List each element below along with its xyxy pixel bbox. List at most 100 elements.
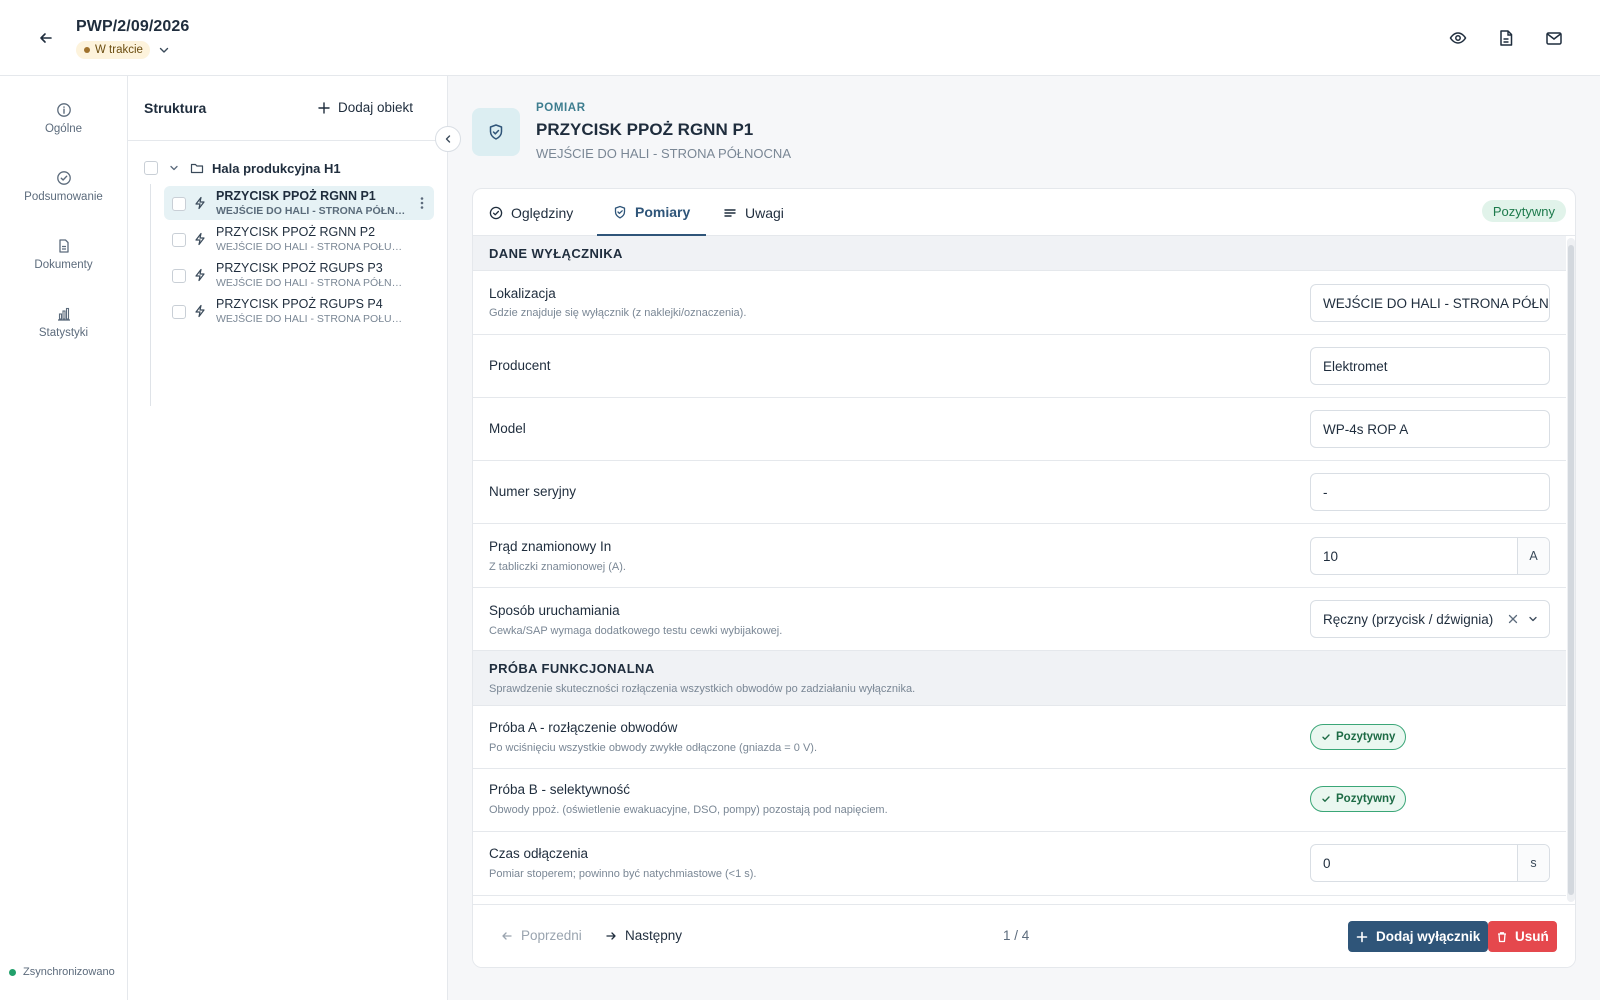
- nav-item-ogolne[interactable]: Ogólne: [0, 102, 127, 158]
- more-vertical-icon[interactable]: [420, 196, 424, 210]
- test-b-result[interactable]: Pozytywny: [1310, 786, 1407, 812]
- lightning-icon: [195, 268, 205, 282]
- tab-label: Pomiary: [635, 203, 691, 220]
- document-title: PWP/2/09/2026: [76, 18, 190, 35]
- result-label: Pozytywny: [1336, 793, 1396, 805]
- status-badge[interactable]: W trakcie: [76, 41, 150, 59]
- check-circle-icon: [56, 171, 71, 185]
- producent-input[interactable]: Elektromet: [1310, 347, 1550, 385]
- tree-item-name: PRZYCISK PPOŻ RGNN P2: [216, 225, 376, 239]
- chevron-down-icon: [1529, 616, 1537, 622]
- group-checkbox[interactable]: [144, 161, 158, 175]
- add-object-label: Dodaj obiekt: [338, 100, 414, 115]
- chevron-left-icon: [445, 135, 451, 143]
- bar-chart-icon: [57, 307, 70, 321]
- test-a-result[interactable]: Pozytywny: [1310, 724, 1407, 750]
- test-row-czas: Czas odłączenia Pomiar stoperem; powinno…: [473, 832, 1566, 896]
- sync-status: Zsynchronizowano: [9, 966, 115, 978]
- arrow-left-icon[interactable]: [36, 28, 56, 48]
- structure-header: Struktura Dodaj obiekt: [128, 76, 447, 141]
- current-value: 10: [1323, 548, 1339, 564]
- form-scroll-area[interactable]: DANE WYŁĄCZNIKA Lokalizacja Gdzie znajdu…: [473, 236, 1566, 904]
- tab-uwagi[interactable]: Uwagi: [707, 189, 800, 236]
- nav-label: Ogólne: [44, 123, 83, 135]
- field-row-lokalizacja: Lokalizacja Gdzie znajduje się wyłącznik…: [473, 271, 1566, 335]
- field-label: Prąd znamionowy In: [489, 539, 612, 554]
- tab-ogledziny[interactable]: Oględziny: [473, 189, 589, 236]
- nav-item-podsumowanie[interactable]: Podsumowanie: [0, 170, 127, 226]
- arrow-left-icon: [502, 931, 512, 940]
- tree-item[interactable]: PRZYCISK PPOŻ RGUPS P3 WEJŚCIE DO HALI -…: [164, 258, 434, 292]
- select-value: Ręczny (przycisk / dźwignia): [1323, 611, 1494, 627]
- test-description: Obwody ppoż. (oświetlenie ewakuacyjne, D…: [489, 804, 888, 816]
- tree-item-checkbox[interactable]: [172, 197, 186, 211]
- check-icon: [1322, 796, 1330, 802]
- chevron-down-icon[interactable]: [168, 162, 180, 174]
- field-row-model: Model WP-4s ROP A: [473, 398, 1566, 461]
- tree-item-subtitle: WEJŚCIE DO HALI - STRONA POŁUDNIOWA: [216, 313, 406, 325]
- field-description: Gdzie znajduje się wyłącznik (z naklejki…: [489, 307, 747, 319]
- disconnect-time-input[interactable]: 0 s: [1310, 844, 1550, 882]
- nav-item-dokumenty[interactable]: Dokumenty: [0, 238, 127, 294]
- tree-item[interactable]: PRZYCISK PPOŻ RGUPS P4 WEJŚCIE DO HALI -…: [164, 294, 434, 328]
- nav-label: Statystyki: [38, 327, 89, 339]
- add-switch-button[interactable]: Dodaj wyłącznik: [1348, 921, 1489, 952]
- tree-item-name: PRZYCISK PPOŻ RGUPS P3: [216, 261, 383, 275]
- tab-label: Uwagi: [745, 204, 784, 221]
- lightning-icon: [195, 232, 205, 246]
- overall-result-badge: Pozytywny: [1481, 200, 1566, 222]
- model-input[interactable]: WP-4s ROP A: [1310, 410, 1550, 448]
- delete-label: Usuń: [1515, 929, 1549, 944]
- next-button[interactable]: Następny: [605, 928, 682, 943]
- shield-check-icon: [472, 108, 520, 156]
- mail-icon[interactable]: [1544, 28, 1564, 48]
- field-row-prad: Prąd znamionowy In Z tabliczki znamionow…: [473, 524, 1566, 588]
- status-dot: [84, 47, 90, 53]
- status-label: W trakcie: [95, 44, 143, 56]
- field-label: Model: [489, 421, 526, 436]
- previous-button[interactable]: Poprzedni: [501, 928, 582, 943]
- delete-button[interactable]: Usuń: [1488, 921, 1557, 952]
- test-description: Pomiar stoperem; powinno być natychmiast…: [489, 868, 757, 880]
- eye-icon[interactable]: [1448, 28, 1468, 48]
- serial-number-input[interactable]: -: [1310, 473, 1550, 511]
- field-label: Producent: [489, 358, 551, 373]
- item-subtitle: WEJŚCIE DO HALI - STRONA PÓŁNOCNA: [536, 146, 791, 161]
- tree-connector-line: [150, 184, 151, 406]
- item-title: PRZYCISK PPOŻ RGNN P1: [536, 120, 754, 139]
- check-icon: [1322, 734, 1330, 740]
- tree-item-checkbox[interactable]: [172, 305, 186, 319]
- item-kicker: POMIAR: [536, 102, 586, 114]
- scrollbar-thumb[interactable]: [1568, 245, 1574, 895]
- folder-icon: [190, 163, 204, 174]
- tree-item-subtitle: WEJŚCIE DO HALI - STRONA PÓŁNOCNA: [216, 205, 406, 217]
- add-object-button[interactable]: Dodaj obiekt: [318, 100, 413, 115]
- tab-label: Oględziny: [511, 204, 574, 221]
- field-row-producent: Producent Elektromet: [473, 335, 1566, 398]
- tree-item-checkbox[interactable]: [172, 269, 186, 283]
- nav-item-statystyki[interactable]: Statystyki: [0, 306, 127, 362]
- document-icon[interactable]: [1496, 28, 1516, 48]
- lines-icon: [724, 208, 736, 217]
- tree-item[interactable]: PRZYCISK PPOŻ RGNN P1 WEJŚCIE DO HALI - …: [164, 186, 434, 220]
- clear-icon[interactable]: [1507, 613, 1519, 625]
- arrow-right-icon: [606, 931, 616, 940]
- test-label: Próba A - rozłączenie obwodów: [489, 720, 678, 735]
- chevron-down-icon[interactable]: [157, 43, 171, 57]
- tab-pomiary[interactable]: Pomiary: [597, 189, 707, 236]
- group-label: Hala produkcyjna H1: [212, 160, 341, 176]
- card-footer: Poprzedni Następny 1 / 4 Dodaj wyłącznik…: [473, 904, 1575, 967]
- lokalizacja-input[interactable]: WEJŚCIE DO HALI - STRONA PÓŁNOCNA: [1310, 284, 1550, 322]
- collapse-panel-button[interactable]: [435, 126, 461, 152]
- tree-item-checkbox[interactable]: [172, 233, 186, 247]
- trigger-method-select[interactable]: Ręczny (przycisk / dźwignia): [1310, 600, 1550, 638]
- sync-dot: [9, 968, 16, 976]
- section-title: PRÓBA FUNKCJONALNA: [489, 661, 655, 676]
- unit-label: A: [1517, 538, 1549, 574]
- tree-group-row[interactable]: Hala produkcyjna H1: [144, 158, 341, 178]
- field-label: Numer seryjny: [489, 484, 577, 499]
- current-input[interactable]: 10 A: [1310, 537, 1550, 575]
- tree-item-subtitle: WEJŚCIE DO HALI - STRONA POŁUDNIOWA: [216, 241, 406, 253]
- plus-icon: [1356, 931, 1368, 942]
- tree-item[interactable]: PRZYCISK PPOŻ RGNN P2 WEJŚCIE DO HALI - …: [164, 222, 434, 256]
